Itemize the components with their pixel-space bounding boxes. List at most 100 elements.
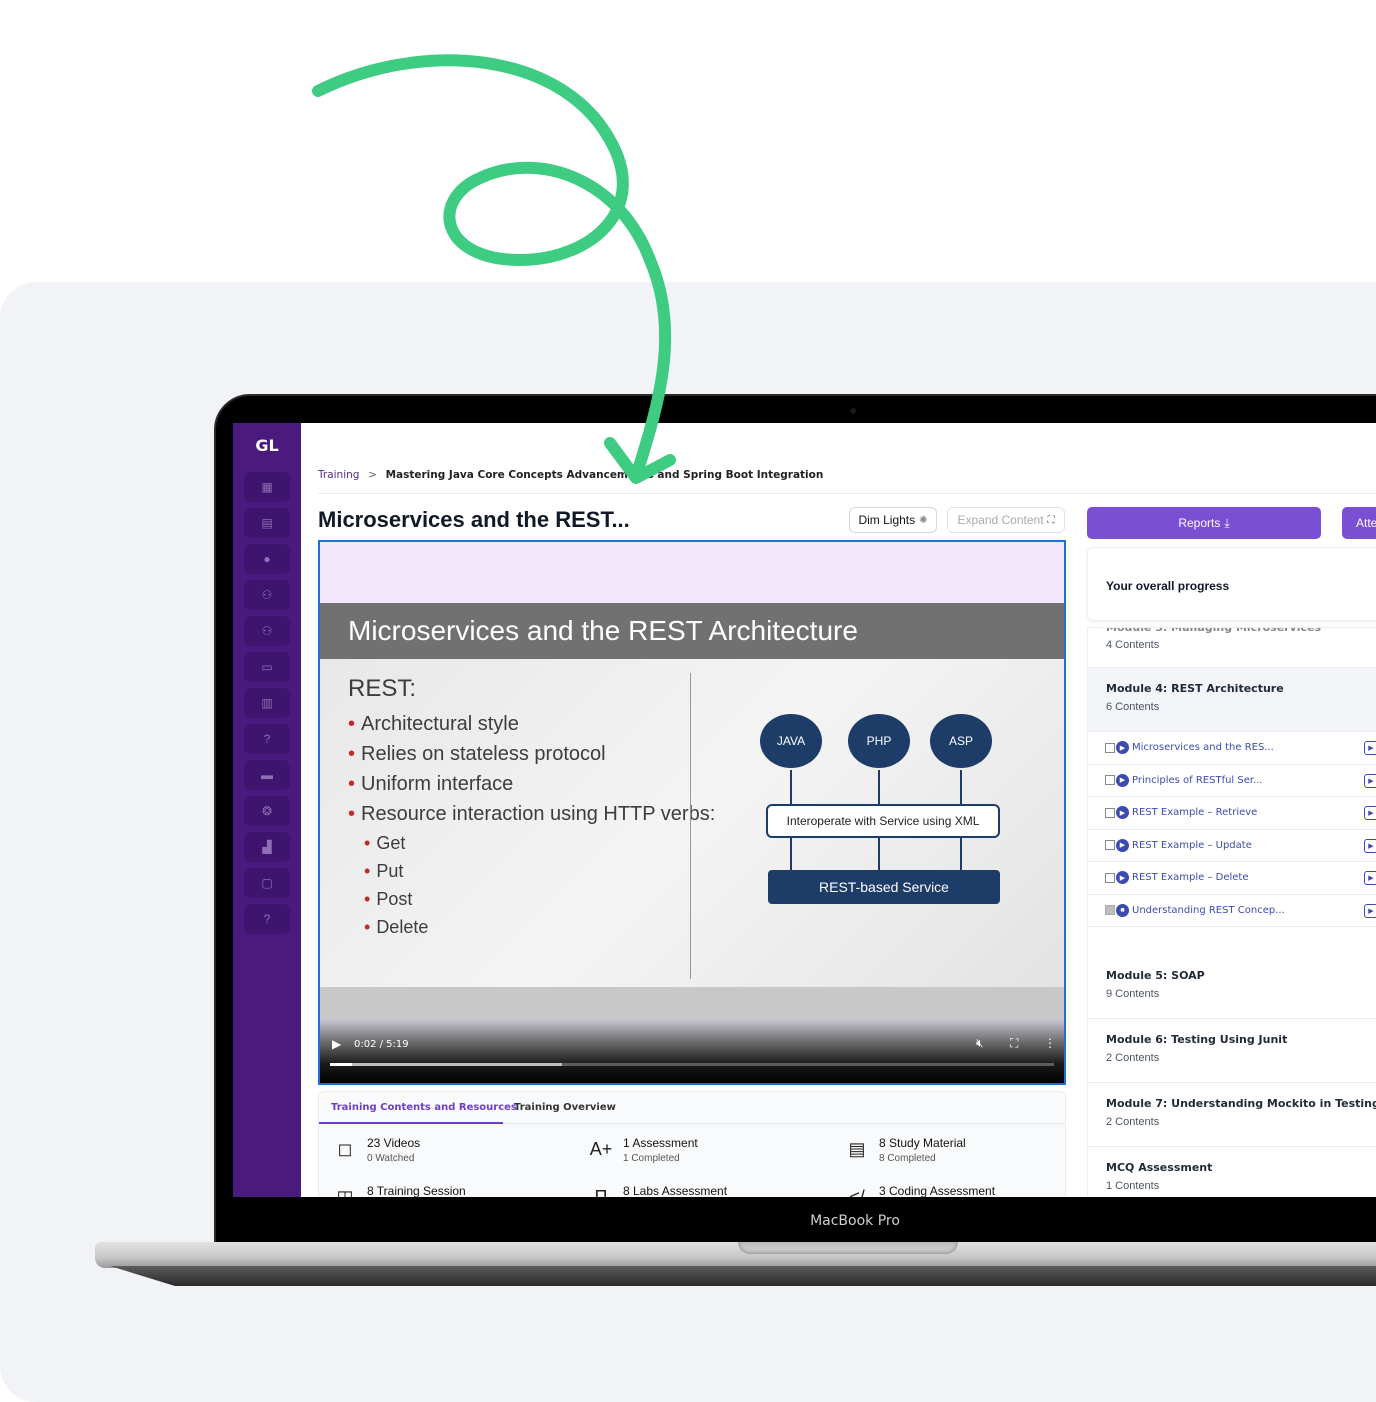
- sidebar-item-3[interactable]: ⚇: [244, 580, 290, 610]
- resource-stat[interactable]: ◻ 23 Videos 0 Watched: [331, 1136, 421, 1164]
- lightbulb-icon: ✺: [919, 514, 928, 526]
- lesson-play-button[interactable]: ▶: [1364, 838, 1376, 853]
- stat-count: 8 Study Material: [879, 1136, 966, 1150]
- breadcrumb: Training > Mastering Java Core Concepts …: [318, 469, 823, 481]
- sidebar-item-8[interactable]: ▬: [244, 760, 290, 790]
- resource-stat[interactable]: ▤ 8 Study Material 8 Completed: [843, 1136, 966, 1164]
- lesson-play-button[interactable]: ▶: [1364, 903, 1376, 918]
- device-label: MacBook Pro: [810, 1213, 900, 1229]
- lesson-item[interactable]: ■ Understanding REST Concep... ▶: [1088, 895, 1376, 927]
- resource-stat[interactable]: A+ 1 Assessment 1 Completed: [587, 1136, 698, 1164]
- lesson-checkbox[interactable]: [1105, 775, 1115, 786]
- lesson-play-button[interactable]: ▶: [1364, 806, 1376, 820]
- sidebar-item-2[interactable]: ●: [244, 544, 290, 574]
- lesson-play-button[interactable]: ▶: [1364, 741, 1376, 755]
- play-circle-icon: ▶: [1116, 871, 1129, 885]
- tab-training-overview[interactable]: Training Overview: [514, 1102, 616, 1113]
- resource-stat[interactable]: Π 8 Labs Assessment: [587, 1184, 728, 1197]
- sidebar-item-5[interactable]: ▭: [244, 652, 290, 682]
- module-item[interactable]: Module 6: Testing Using Junit 2 Contents: [1088, 1019, 1376, 1083]
- diagram-arrow: [790, 838, 792, 870]
- play-icon[interactable]: ▶: [332, 1037, 341, 1051]
- stat-progress: 0 Watched: [367, 1153, 415, 1164]
- lesson-item[interactable]: ▶ REST Example – Update ▶: [1088, 830, 1376, 862]
- seek-bar[interactable]: [330, 1063, 1054, 1066]
- module-count: 2 Contents: [1106, 1052, 1160, 1064]
- attendance-button[interactable]: Atte: [1342, 507, 1376, 539]
- sidebar-item-0[interactable]: ▦: [244, 472, 290, 502]
- sidebar-item-6[interactable]: ▥: [244, 688, 290, 718]
- expand-content-button[interactable]: Expand Content ⛶: [947, 507, 1065, 533]
- lesson-item[interactable]: ▶ REST Example – Delete ▶: [1088, 862, 1376, 895]
- lesson-title[interactable]: Understanding REST Concep...: [1132, 905, 1285, 916]
- fullscreen-icon[interactable]: ⛶: [1010, 1036, 1018, 1051]
- tab-training-contents[interactable]: Training Contents and Resources: [331, 1102, 517, 1113]
- header-divider: [318, 493, 1376, 494]
- bullet-text: Resource interaction using HTTP verbs:: [361, 803, 716, 825]
- module-title: Module 4: REST Architecture: [1106, 682, 1284, 695]
- page-title: Microservices and the REST...: [318, 507, 630, 532]
- module-title: Module 5: SOAP: [1106, 969, 1205, 982]
- reports-label: Reports: [1178, 516, 1221, 530]
- lesson-item[interactable]: ▶ Microservices and the RES... ▶: [1088, 732, 1376, 765]
- resource-stat[interactable]: </ 3 Coding Assessment: [843, 1184, 995, 1197]
- resource-stat[interactable]: ◫ 8 Training Session: [331, 1184, 465, 1198]
- video-controls: ▶ 0:02 / 5:19 🔇︎ ⛶ ⋮: [320, 1019, 1064, 1083]
- training-tabs-card: Training Contents and Resources Training…: [318, 1091, 1066, 1197]
- lesson-item[interactable]: ▶ REST Example – Retrieve ▶: [1088, 797, 1376, 830]
- mute-icon[interactable]: 🔇︎: [976, 1036, 984, 1051]
- sidebar-item-7[interactable]: ?: [244, 724, 290, 754]
- diagram-arrow: [878, 770, 880, 804]
- bullet-text: Get: [376, 833, 406, 853]
- lesson-title[interactable]: REST Example – Delete: [1132, 872, 1249, 883]
- diagram-arrow: [790, 770, 792, 804]
- app-logo[interactable]: GL: [233, 436, 301, 466]
- dim-lights-button[interactable]: Dim Lights ✺: [849, 507, 937, 533]
- sidebar-item-4[interactable]: ⚇: [244, 616, 290, 646]
- lesson-title[interactable]: REST Example – Retrieve: [1132, 807, 1257, 818]
- module-item[interactable]: Module 5: SOAP 9 Contents: [1088, 955, 1376, 1019]
- lesson-play-button[interactable]: ▶: [1364, 773, 1376, 788]
- laptop-base: [95, 1242, 1376, 1268]
- reports-button[interactable]: Reports ⤓: [1087, 507, 1321, 539]
- laptop-camera: [850, 408, 856, 414]
- breadcrumb-training-link[interactable]: Training: [318, 469, 359, 481]
- stat-progress: 8 Completed: [879, 1153, 936, 1164]
- slide-bullet: • Relies on stateless protocol: [348, 739, 715, 769]
- lesson-checkbox[interactable]: [1105, 872, 1115, 883]
- lesson-list-spacer: [1088, 927, 1376, 955]
- module-count: 4 Contents: [1106, 639, 1160, 651]
- lesson-checkbox[interactable]: [1105, 840, 1115, 851]
- module-item[interactable]: MCQ Assessment 1 Contents: [1088, 1147, 1376, 1197]
- lesson-item[interactable]: ▶ Principles of RESTful Ser... ▶: [1088, 765, 1376, 797]
- slide-bullet: • Resource interaction using HTTP verbs:: [348, 799, 715, 829]
- sidebar-item-1[interactable]: ▤: [244, 508, 290, 538]
- sidebar-item-10[interactable]: ▟: [244, 832, 290, 862]
- lesson-checkbox[interactable]: [1105, 905, 1115, 916]
- sidebar-item-11[interactable]: ▢: [244, 868, 290, 898]
- sidebar-item-9[interactable]: ❂: [244, 796, 290, 826]
- training-session-icon: ◫: [336, 1186, 354, 1198]
- bullet-text: Post: [376, 889, 413, 909]
- slide-text: REST: • Architectural style • Relies on sta…: [348, 675, 715, 941]
- module-item-active[interactable]: Module 4: REST Architecture 6 Contents: [1088, 668, 1376, 732]
- slide-sub-bullet: • Get: [348, 829, 715, 857]
- module-title: Module 3: Managing Microservices: [1106, 627, 1322, 634]
- lesson-checkbox[interactable]: [1105, 807, 1115, 818]
- sidebar-item-12[interactable]: ?: [244, 904, 290, 934]
- lesson-title[interactable]: Principles of RESTful Ser...: [1132, 775, 1263, 786]
- lesson-checkbox[interactable]: [1105, 742, 1115, 753]
- module-item[interactable]: Module 3: Managing Microservices 4 Conte…: [1088, 628, 1376, 668]
- diagram-service-box: REST-based Service: [768, 870, 1000, 904]
- lesson-title[interactable]: Microservices and the RES...: [1132, 742, 1274, 753]
- analytics-icon: ▟: [262, 840, 272, 854]
- lesson-title[interactable]: REST Example – Update: [1132, 840, 1252, 851]
- video-player[interactable]: Microservices and the REST Architecture …: [318, 540, 1066, 1085]
- code-icon: </: [849, 1186, 865, 1198]
- slide-sub-bullet: • Post: [348, 885, 715, 913]
- more-options-icon[interactable]: ⋮: [1044, 1036, 1056, 1050]
- slide-divider: [690, 673, 691, 979]
- lesson-play-button[interactable]: ▶: [1364, 871, 1376, 885]
- diagram-node-java: JAVA: [760, 714, 822, 768]
- module-item[interactable]: Module 7: Understanding Mockito in Testi…: [1088, 1083, 1376, 1147]
